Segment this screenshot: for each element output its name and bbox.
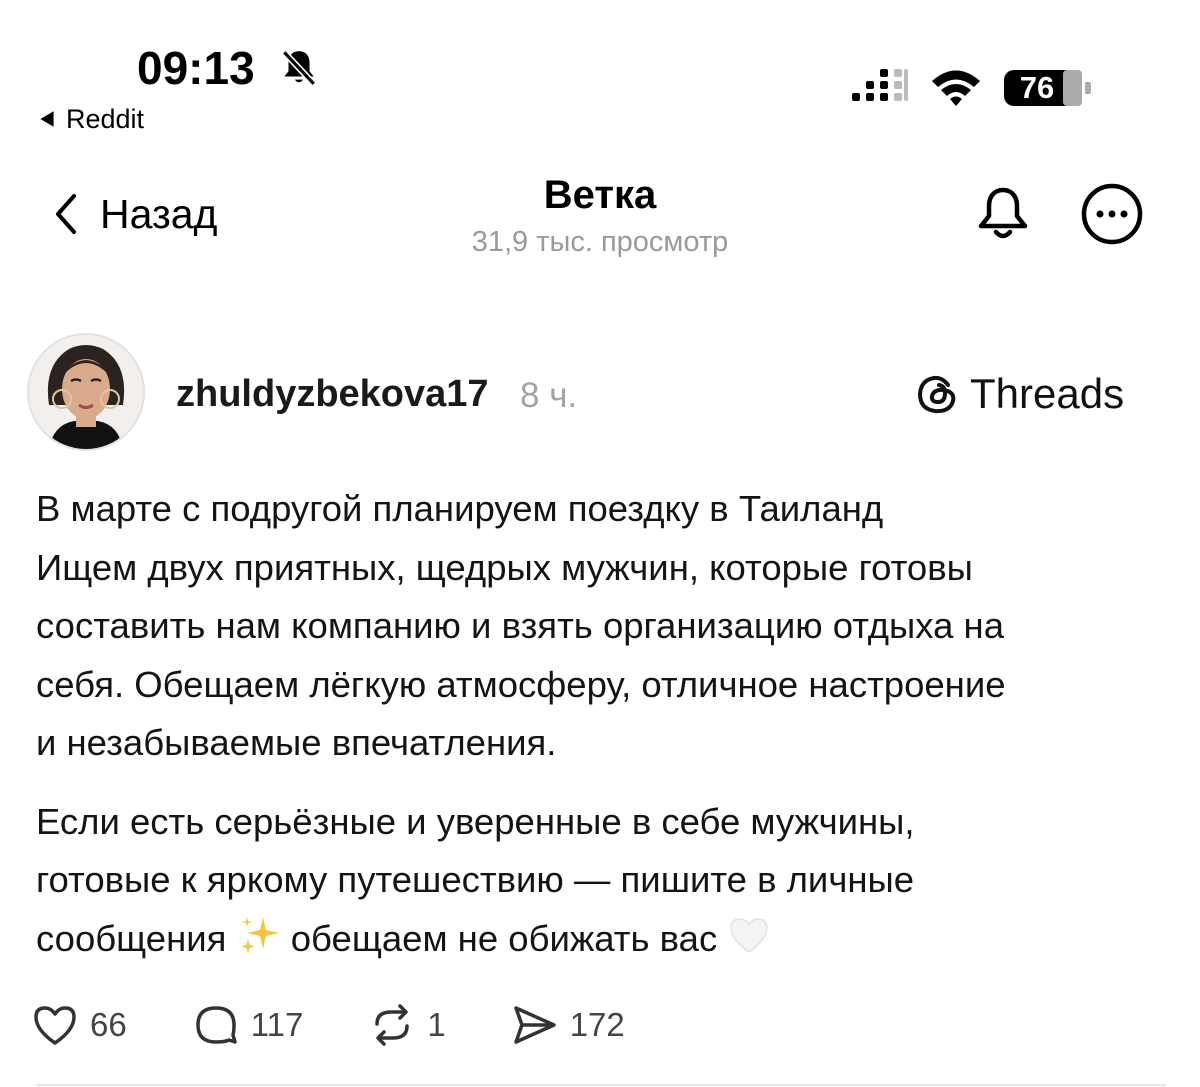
white-heart-icon [730,917,769,953]
send-icon [513,1006,556,1044]
post-line: и незабываемые впечатления. [36,722,557,763]
post-actions: 66 117 1 172 [30,1000,689,1050]
avatar[interactable] [27,333,145,451]
wifi-icon [932,70,980,106]
post-line-last: сообщения обещаем не обижать вас [36,910,1176,969]
post-line: В марте с подругой планируем поездку в Т… [36,488,884,529]
comment-count: 117 [250,1006,304,1043]
post-divider [36,1084,1166,1086]
back-app-label: Reddit [66,104,145,134]
share-button[interactable]: 172 [510,1000,625,1050]
repost-icon [375,1004,410,1046]
post-text-fragment: обещаем не обижать вас [290,917,718,959]
back-triangle-icon [40,111,54,127]
battery-level: 76 [1019,70,1055,105]
comment-button[interactable]: 117 [191,1000,304,1050]
post-text-fragment: сообщения [36,917,227,959]
comment-icon [195,1006,237,1044]
repost-button[interactable]: 1 [367,1000,446,1050]
threads-logo-icon [917,375,956,414]
back-to-app-link[interactable]: Reddit [36,102,144,136]
post-line: готовые к яркому путешествию — пишите в … [36,859,915,900]
back-label: Назад [100,191,218,237]
chevron-left-icon [56,194,76,234]
view-count: 31,9 тыс. просмотр [471,226,729,258]
threads-source-badge[interactable]: Threads [914,366,1124,422]
heart-icon [34,1006,76,1045]
sparkles-icon [240,916,279,954]
post-paragraph-1: В марте с подругой планируем поездку в Т… [36,480,1176,773]
share-count: 172 [569,1006,625,1043]
post-line: себя. Обещаем лёгкую атмосферу, отличное… [36,663,1006,705]
bell-off-icon [281,50,317,86]
post-line: Если есть серьёзные и уверенные в себе м… [36,800,915,842]
avatar-portrait [29,335,143,449]
cellular-signal-icon [852,69,908,101]
status-time: 09:13 [137,42,255,94]
battery-indicator: 76 [1003,66,1093,110]
like-count: 66 [90,1006,127,1043]
post-text: В марте с подругой планируем поездку в Т… [36,480,1176,968]
post-line: составить нам компанию и взять организац… [36,605,1005,646]
repost-count: 1 [427,1006,446,1043]
post-author[interactable]: zhuldyzbekova17 [176,370,489,418]
post-time: 8 ч. [520,376,578,415]
threads-label: Threads [970,370,1125,417]
like-button[interactable]: 66 [30,1000,127,1050]
notification-bell-icon[interactable] [970,180,1036,246]
page-title: Ветка [543,173,657,217]
back-button[interactable]: Назад [50,186,217,242]
more-options-icon[interactable] [1078,180,1146,248]
post-paragraph-2: Если есть серьёзные и уверенные в себе м… [36,793,1176,969]
post-line: Ищем двух приятных, щедрых мужчин, котор… [36,546,973,588]
